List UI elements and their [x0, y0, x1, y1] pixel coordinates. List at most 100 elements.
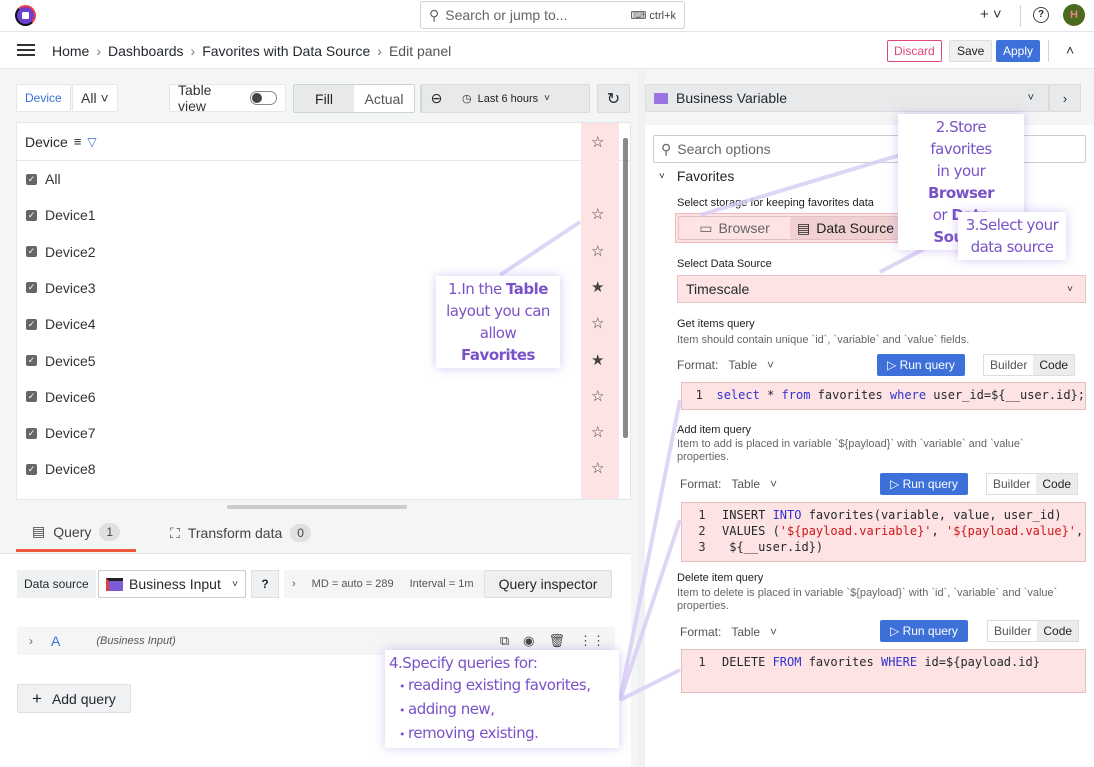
star-outline-icon[interactable]: ☆	[591, 314, 604, 332]
actual-option[interactable]: Actual	[354, 85, 414, 112]
table-row[interactable]: ✓ Device6	[17, 379, 577, 415]
add-run-query-button[interactable]: ▷ Run query	[880, 473, 968, 495]
new-menu-button[interactable]: + ˅	[980, 6, 1002, 23]
code-line: 3 ${__user.id})	[682, 539, 1085, 555]
storage-datasource-option[interactable]: ▤ Data Source	[790, 217, 901, 239]
global-search-input[interactable]: ⚲ Search or jump to... ⌨ ctrl+k	[420, 1, 685, 29]
top-bar: ⚲ Search or jump to... ⌨ ctrl+k + ˅ ? H	[0, 0, 1094, 32]
toggle-switch[interactable]	[249, 91, 277, 105]
star-filled-icon[interactable]: ★	[591, 351, 604, 369]
star-filled-icon[interactable]: ★	[591, 278, 604, 296]
get-run-query-button[interactable]: ▷ Run query	[877, 354, 965, 376]
annotation-table-favorites: 1.In the Table layout you can allow Favo…	[436, 276, 560, 368]
datasource-select[interactable]: Timescale ˅	[677, 275, 1086, 303]
user-avatar[interactable]: H	[1063, 4, 1085, 26]
checkbox[interactable]: ✓	[26, 246, 37, 258]
add-query-desc: Item to add is placed in variable `${pay…	[677, 438, 1024, 463]
help-icon[interactable]: ?	[251, 570, 279, 598]
fill-option[interactable]: Fill	[294, 85, 354, 112]
note-text: or	[932, 206, 952, 224]
table-row[interactable]: ✓ Device1	[17, 197, 577, 233]
breadcrumb-dashboards[interactable]: Dashboards	[108, 43, 184, 59]
storage-browser-option[interactable]: ▭ Browser	[679, 217, 790, 239]
star-outline-icon[interactable]: ☆	[591, 205, 604, 223]
table-view-toggle[interactable]: Table view	[169, 82, 286, 114]
chevron-up-icon[interactable]: ˄	[1066, 42, 1074, 58]
apply-button[interactable]: Apply	[996, 40, 1041, 62]
save-button[interactable]: Save	[949, 40, 993, 62]
checkbox[interactable]: ✓	[26, 318, 37, 330]
eye-icon[interactable]: ◉	[523, 633, 534, 649]
get-format[interactable]: Format: Table ˅	[677, 358, 774, 372]
code-text: INSERT INTO favorites(variable, value, u…	[722, 508, 1062, 522]
tab-transform[interactable]: ⛶ Transform data 0	[154, 520, 327, 552]
code-tab[interactable]: Code	[1036, 474, 1078, 494]
datasource-select[interactable]: Business Input ˅	[98, 570, 246, 598]
builder-tab[interactable]: Builder	[984, 355, 1033, 375]
discard-button[interactable]: Discard	[887, 40, 942, 62]
add-query-editor[interactable]: 1 INSERT INTO favorites(variable, value, …	[681, 502, 1086, 562]
add-format[interactable]: Format: Table ˅	[680, 477, 777, 491]
help-icon[interactable]: ?	[1033, 7, 1049, 23]
code-text: select * from favorites where user_id=${…	[716, 388, 1085, 402]
checkbox[interactable]: ✓	[26, 463, 37, 475]
query-options[interactable]: › MD = auto = 289 Interval = 1m	[284, 570, 484, 598]
duplicate-icon[interactable]: ⧉	[500, 633, 509, 649]
visualization-picker[interactable]: Business Variable ˅	[645, 84, 1049, 112]
checkbox[interactable]: ✓	[26, 209, 37, 221]
panel-resize-handle[interactable]	[227, 505, 407, 509]
delete-run-query-button[interactable]: ▷ Run query	[880, 620, 968, 642]
add-query-button[interactable]: + Add query	[17, 684, 131, 713]
time-range-button[interactable]: ◷ Last 6 hours ˅	[453, 92, 560, 106]
chevron-down-icon: ˅	[770, 625, 778, 639]
star-outline-icon[interactable]: ☆	[591, 423, 604, 441]
row-label: All	[45, 171, 61, 187]
list-icon[interactable]: ≡	[74, 134, 82, 149]
add-editor-mode: Builder Code	[986, 473, 1079, 495]
vertical-scrollbar[interactable]	[623, 138, 628, 438]
breadcrumb-dashboard[interactable]: Favorites with Data Source	[202, 43, 370, 59]
checkbox[interactable]: ✓	[26, 355, 37, 366]
zoom-out-icon[interactable]: ⊖	[421, 85, 451, 112]
favorites-section-header[interactable]: ˅ Favorites	[659, 168, 734, 184]
tab-query[interactable]: ▤ Query 1	[16, 520, 137, 552]
builder-tab[interactable]: Builder	[987, 474, 1036, 494]
code-tab[interactable]: Code	[1037, 621, 1079, 641]
checkbox[interactable]: ✓	[26, 427, 37, 439]
app-logo-icon[interactable]	[15, 5, 36, 26]
shortcut-text: ctrl+k	[649, 9, 676, 22]
row-label: Device2	[45, 243, 96, 260]
star-header-icon[interactable]: ☆	[591, 133, 604, 151]
query-ref-id[interactable]: A	[51, 633, 60, 649]
checkbox[interactable]: ✓	[26, 391, 37, 403]
menu-icon[interactable]	[17, 44, 35, 56]
variable-select[interactable]: All ˅	[72, 84, 118, 112]
filter-icon[interactable]: ▽	[87, 135, 96, 149]
checkbox[interactable]: ✓	[26, 173, 37, 185]
table-row[interactable]: ✓ Device7	[17, 415, 577, 451]
code-tab[interactable]: Code	[1033, 355, 1075, 375]
table-row[interactable]: ✓ All	[17, 161, 577, 197]
trash-icon[interactable]: 🗑	[548, 633, 565, 649]
chevron-down-icon: ˅	[659, 170, 665, 182]
code-line: 2 VALUES ('${payload.variable}', '${paylo…	[682, 523, 1085, 539]
delete-format[interactable]: Format: Table ˅	[680, 625, 777, 639]
chevron-right-icon[interactable]: ›	[1049, 84, 1081, 112]
chevron-right-icon[interactable]: ›	[29, 634, 33, 648]
star-outline-icon[interactable]: ☆	[591, 387, 604, 405]
breadcrumb-home[interactable]: Home	[52, 43, 89, 59]
star-outline-icon[interactable]: ☆	[591, 459, 604, 477]
table-row[interactable]: ✓ Device2	[17, 234, 577, 270]
drag-handle-icon[interactable]: ⋮⋮	[579, 633, 605, 649]
checkbox[interactable]: ✓	[26, 282, 37, 294]
query-inspector-button[interactable]: Query inspector	[484, 570, 612, 598]
pane-splitter[interactable]	[637, 70, 645, 767]
note-text: 3.Select your	[965, 216, 1059, 234]
get-query-editor[interactable]: 1 select * from favorites where user_id=$…	[681, 382, 1086, 410]
note-text: allow	[479, 324, 517, 342]
refresh-icon[interactable]: ↻	[597, 84, 630, 113]
builder-tab[interactable]: Builder	[988, 621, 1037, 641]
star-outline-icon[interactable]: ☆	[591, 242, 604, 260]
delete-query-editor[interactable]: 1 DELETE FROM favorites WHERE id=${payloa…	[681, 649, 1086, 693]
table-row[interactable]: ✓ Device8	[17, 451, 577, 487]
